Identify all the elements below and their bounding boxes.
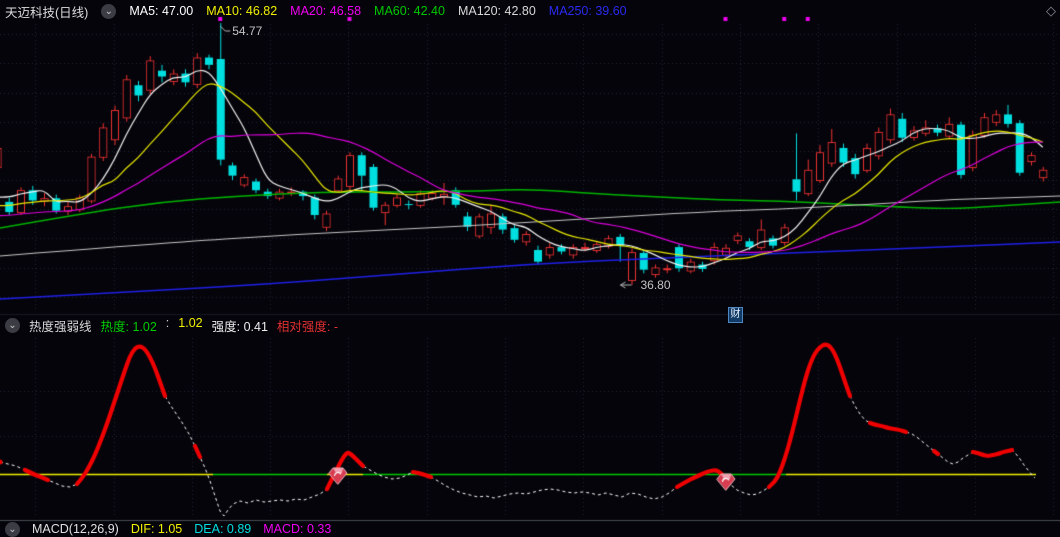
indicator-value-2: 1.02 — [178, 316, 203, 330]
ma-label-1: MA10: 46.82 — [206, 4, 278, 18]
high-price-annotation: 54.77 — [232, 24, 263, 38]
ma-label-2: MA20: 46.58 — [290, 4, 362, 18]
indicator-value-1: : — [165, 316, 170, 330]
chevron-down-icon: ⌄ — [104, 5, 114, 17]
clipped-value-2: DEA: 0.89 — [194, 522, 252, 536]
ma-label-4: MA120: 42.80 — [457, 4, 536, 18]
ma-label-5: MA250: 39.60 — [548, 4, 627, 18]
clipped-value-list: MACD(12,26,9) DIF: 1.05 DEA: 0.89 MACD: 0.3… — [32, 522, 331, 536]
low-price-annotation: 36.80 — [640, 278, 671, 292]
collapse-clipped-icon[interactable]: ⌄ — [5, 521, 20, 537]
collapse-indicator-icon[interactable]: ⌄ — [5, 318, 20, 333]
stock-title: 天迈科技(日线) — [5, 5, 89, 20]
ma-label-0: MA5: 47.00 — [129, 4, 194, 18]
indicator-header: ⌄ 热度强弱线 热度: 1.02:1.02 强度: 0.41 相对强度: - — [0, 316, 1060, 335]
ma-label-list: MA5: 47.00 MA10: 46.82 MA20: 46.58 MA60: 42… — [129, 4, 626, 18]
corner-diamond-icon[interactable]: ◇ — [1046, 3, 1056, 19]
kline-and-indicator-canvas[interactable] — [0, 0, 1060, 529]
chevron-down-icon: ⌄ — [8, 523, 17, 535]
ma-label-3: MA60: 42.40 — [374, 4, 445, 18]
collapse-main-icon[interactable]: ⌄ — [101, 3, 117, 19]
indicator-value-3: 强度: 0.41 — [211, 320, 268, 334]
clipped-value-3: MACD: 0.33 — [263, 522, 332, 536]
clipped-indicator-row: ⌄ MACD(12,26,9) DIF: 1.05 DEA: 0.89 MACD: 0… — [0, 521, 1060, 537]
indicator-value-4: 相对强度: - — [276, 320, 339, 334]
clipped-value-1: DIF: 1.05 — [130, 522, 183, 536]
trading-app-screen: { "topbar": { "stock_title": "天迈科技(日线)",… — [0, 0, 1060, 537]
clipped-value-0: MACD(12,26,9) — [32, 522, 119, 536]
chevron-down-icon: ⌄ — [8, 320, 17, 331]
main-chart-header: 天迈科技(日线) ⌄ MA5: 47.00 MA10: 46.82 MA20: 46… — [0, 0, 1060, 22]
indicator-value-list: 热度: 1.02:1.02 强度: 0.41 相对强度: - — [101, 316, 339, 335]
indicator-value-0: 热度: 1.02 — [100, 320, 157, 334]
indicator-title: 热度强弱线 — [29, 320, 92, 334]
